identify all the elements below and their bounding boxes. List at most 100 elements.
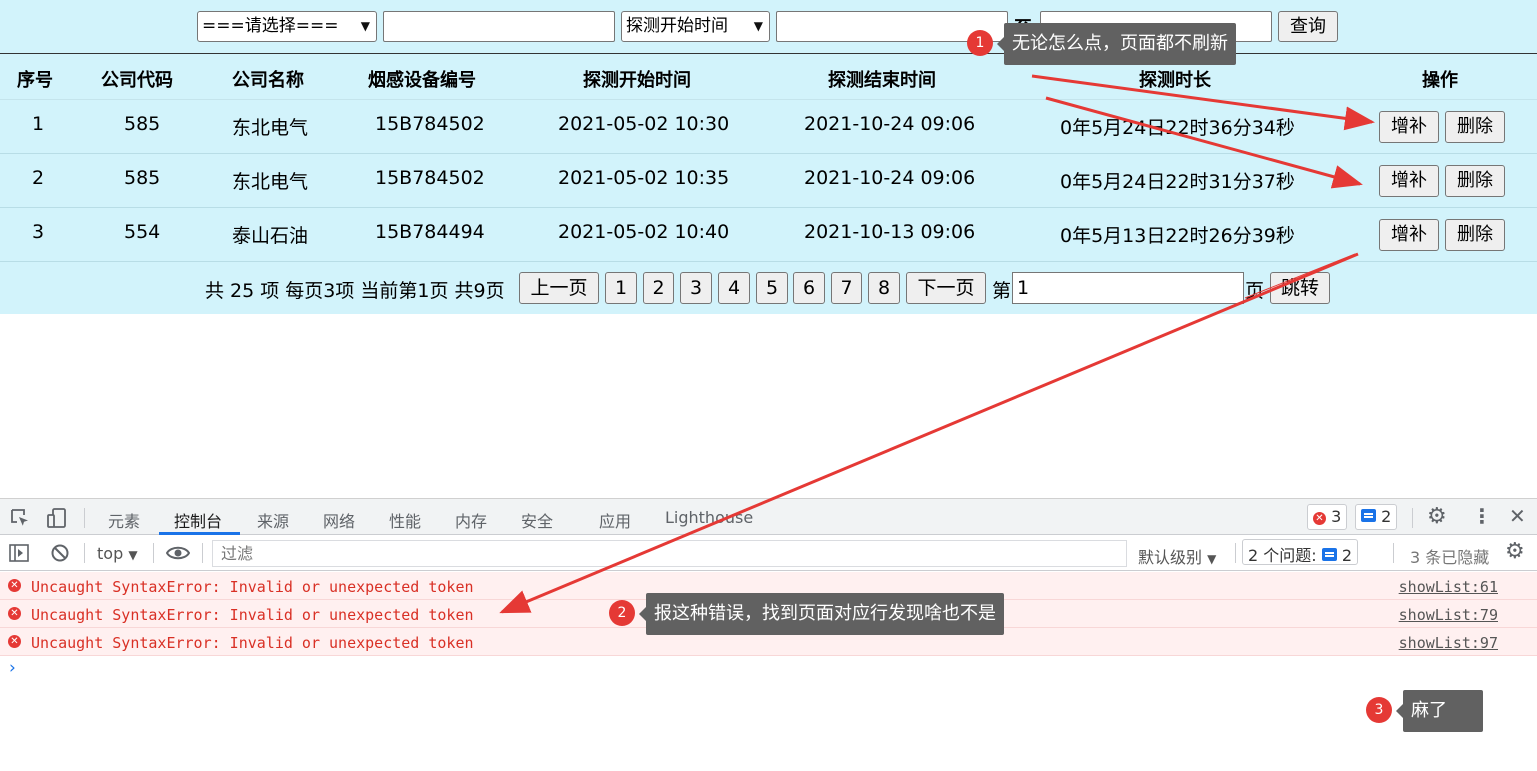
annotation-number: 2: [609, 600, 635, 626]
console-source-link[interactable]: showList:79: [1399, 606, 1498, 624]
chevron-down-icon: ▼: [360, 19, 370, 33]
cell-device: 15B784502: [375, 113, 485, 135]
time-type-select-value: 探测开始时间: [626, 16, 728, 36]
cell-no: 1: [32, 113, 45, 135]
tab-elements[interactable]: 元素: [108, 508, 140, 532]
settings-gear-icon[interactable]: ⚙: [1427, 504, 1447, 529]
delete-button[interactable]: 删除: [1445, 165, 1505, 197]
cell-end: 2021-10-13 09:06: [804, 221, 976, 243]
issues-button[interactable]: 2 个问题: 2: [1242, 539, 1359, 565]
divider: [1235, 543, 1236, 563]
page-button-3[interactable]: 3: [680, 272, 712, 304]
add-button[interactable]: 增补: [1379, 219, 1439, 251]
error-icon: ✕: [8, 579, 21, 592]
annotation-note: 报这种错误，找到页面对应行发现啥也不是: [639, 593, 1004, 635]
message-icon: [1321, 548, 1337, 561]
company-input[interactable]: [383, 11, 615, 42]
close-icon[interactable]: ✕: [1509, 504, 1526, 528]
tab-console[interactable]: 控制台: [174, 508, 222, 532]
pager-summary: 共 25 项 每页3项 当前第1页 共9页: [205, 280, 505, 302]
clear-console-icon[interactable]: [50, 543, 70, 563]
live-expression-eye-icon[interactable]: [166, 544, 190, 562]
console-settings-gear-icon[interactable]: ⚙: [1505, 539, 1525, 564]
console-toolbar: top ▼ 过滤 默认级别 ▼ 2 个问题: 2 3 条已隐藏 ⚙: [0, 535, 1537, 571]
console-message-text: Uncaught SyntaxError: Invalid or unexpec…: [31, 634, 474, 652]
cell-end: 2021-10-24 09:06: [804, 113, 976, 135]
page-button-5[interactable]: 5: [756, 272, 788, 304]
time-type-select[interactable]: 探测开始时间 ▼: [621, 11, 770, 42]
header-start: 探测开始时间: [583, 70, 691, 91]
next-page-button[interactable]: 下一页: [906, 272, 986, 304]
message-count-badge[interactable]: 2: [1355, 504, 1398, 530]
pagination: 共 25 项 每页3项 当前第1页 共9页 上一页 1 2 3 4 5 6 7 …: [0, 262, 1537, 314]
error-count-badge[interactable]: ✕ 3: [1307, 504, 1348, 530]
filter-bar: ===请选择=== ▼ 探测开始时间 ▼ 至 查询: [0, 0, 1537, 54]
cell-device: 15B784494: [375, 221, 485, 243]
page: ===请选择=== ▼ 探测开始时间 ▼ 至 查询 序号 公司代码 公司名称 烟…: [0, 0, 1537, 771]
annotation-number: 3: [1366, 697, 1392, 723]
query-button[interactable]: 查询: [1278, 11, 1338, 42]
company-select[interactable]: ===请选择=== ▼: [197, 11, 377, 42]
tab-network[interactable]: 网络: [323, 508, 355, 532]
hidden-count: 3 条已隐藏: [1410, 548, 1490, 567]
divider: [1393, 543, 1394, 563]
delete-button[interactable]: 删除: [1445, 111, 1505, 143]
add-button[interactable]: 增补: [1379, 165, 1439, 197]
goto-page-input[interactable]: 1: [1012, 272, 1244, 304]
header-code: 公司代码: [101, 70, 173, 91]
chevron-down-icon: ▼: [753, 19, 763, 33]
annotation-note: 无论怎么点，页面都不刷新: [997, 23, 1236, 65]
error-icon: ✕: [8, 635, 21, 648]
cell-device: 15B784502: [375, 167, 485, 189]
cell-name: 东北电气: [232, 117, 309, 139]
console-filter-input[interactable]: 过滤: [212, 540, 1127, 567]
console-source-link[interactable]: showList:97: [1399, 634, 1498, 652]
delete-button[interactable]: 删除: [1445, 219, 1505, 251]
table-row: 3 554 泰山石油 15B784494 2021-05-02 10:40 20…: [0, 208, 1537, 262]
header-actions: 操作: [1422, 70, 1458, 91]
cell-duration: 0年5月24日22时31分37秒: [1060, 171, 1295, 193]
more-options-icon[interactable]: ⋮: [1472, 504, 1492, 528]
goto-button[interactable]: 跳转: [1270, 272, 1330, 304]
devtools-tabbar: 元素 控制台 来源 网络 性能 内存 安全 应用 Lighthouse ✕ 3 …: [0, 498, 1537, 535]
chevron-down-icon: ▼: [128, 548, 138, 562]
context-value: top: [97, 544, 124, 563]
tab-memory[interactable]: 内存: [455, 508, 487, 532]
goto-suffix: 页: [1245, 280, 1265, 302]
context-selector[interactable]: top ▼: [97, 544, 138, 563]
divider: [153, 543, 154, 563]
cell-end: 2021-10-24 09:06: [804, 167, 976, 189]
tab-lighthouse[interactable]: Lighthouse: [665, 508, 753, 527]
prev-page-button[interactable]: 上一页: [519, 272, 599, 304]
add-button[interactable]: 增补: [1379, 111, 1439, 143]
error-count: 3: [1331, 507, 1342, 526]
tab-performance[interactable]: 性能: [389, 508, 421, 532]
console-source-link[interactable]: showList:61: [1399, 578, 1498, 596]
page-button-1[interactable]: 1: [605, 272, 637, 304]
page-button-4[interactable]: 4: [718, 272, 750, 304]
page-button-2[interactable]: 2: [643, 272, 674, 304]
message-icon: [1361, 509, 1376, 522]
page-button-6[interactable]: 6: [793, 272, 825, 304]
header-end: 探测结束时间: [828, 70, 936, 91]
table-header: 序号 公司代码 公司名称 烟感设备编号 探测开始时间 探测结束时间 探测时长 操…: [0, 54, 1537, 100]
page-button-8[interactable]: 8: [868, 272, 900, 304]
log-level-selector[interactable]: 默认级别 ▼: [1138, 544, 1216, 568]
page-button-7[interactable]: 7: [831, 272, 862, 304]
cell-code: 585: [124, 113, 161, 135]
inspect-element-icon[interactable]: [10, 508, 30, 528]
header-no: 序号: [17, 70, 53, 91]
cell-start: 2021-05-02 10:40: [558, 221, 730, 243]
tab-security[interactable]: 安全: [521, 508, 553, 532]
console-prompt-chevron-icon[interactable]: ›: [9, 658, 16, 678]
message-count: 2: [1381, 507, 1392, 526]
sidebar-toggle-icon[interactable]: [9, 544, 29, 562]
cell-no: 2: [32, 167, 45, 189]
device-toolbar-icon[interactable]: [46, 507, 68, 529]
cell-code: 585: [124, 167, 161, 189]
cell-code: 554: [124, 221, 161, 243]
tab-sources[interactable]: 来源: [257, 508, 289, 532]
error-icon: ✕: [1313, 512, 1326, 525]
tab-application[interactable]: 应用: [599, 508, 631, 532]
annotation-number: 1: [967, 30, 993, 56]
